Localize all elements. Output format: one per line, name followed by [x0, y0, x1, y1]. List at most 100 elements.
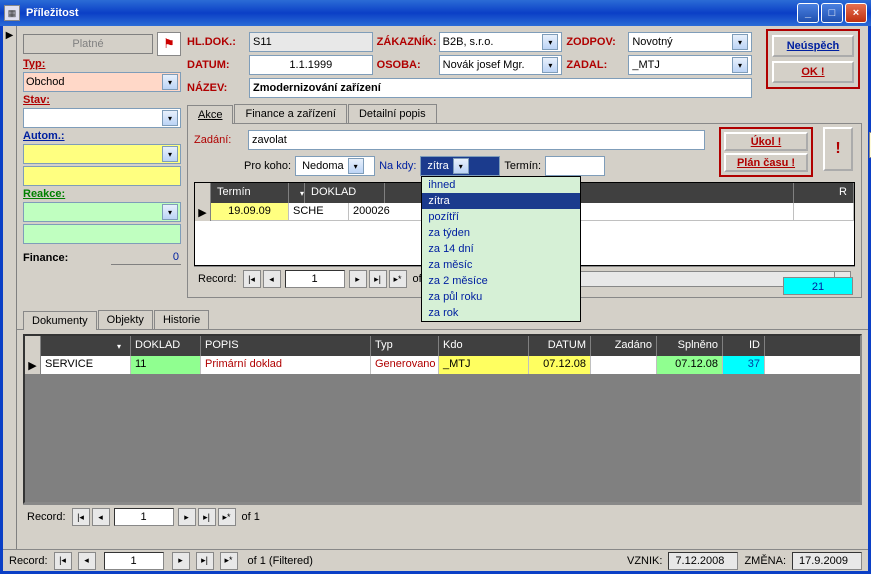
zadal-combo[interactable]: _MTJ▾	[628, 55, 752, 75]
col-splneno[interactable]: Splněno	[657, 336, 723, 356]
record-number[interactable]: 1	[104, 552, 164, 570]
col-doklad2[interactable]: DOKLAD	[131, 336, 201, 356]
autom-combo[interactable]: ▾	[23, 144, 181, 164]
nav-prev-icon[interactable]: ◂	[78, 552, 96, 570]
zadani-field[interactable]: zavolat	[248, 130, 705, 150]
record-selector-strip[interactable]: ▶	[3, 26, 17, 571]
row-marker-icon: ▶	[25, 356, 41, 374]
form-icon: ▦	[4, 5, 20, 21]
nav-next-icon[interactable]: ▸	[349, 270, 367, 288]
dropdown-option[interactable]: pozítří	[422, 209, 580, 225]
na-kdy-label: Na kdy:	[379, 160, 416, 172]
na-kdy-dropdown[interactable]: ihnedzítrapozítříza týdenza 14 dníza měs…	[421, 176, 581, 322]
close-button[interactable]: ×	[845, 3, 867, 23]
nav-new-icon[interactable]: ▸*	[220, 552, 238, 570]
nav-next-icon[interactable]: ▸	[172, 552, 190, 570]
chevron-down-icon[interactable]: ▾	[732, 57, 748, 73]
col-zadano[interactable]: Zadáno	[591, 336, 657, 356]
tab-objekty[interactable]: Objekty	[98, 310, 153, 329]
reakce-label: Reakce:	[23, 188, 181, 200]
nazev-label: NÁZEV:	[187, 82, 245, 94]
reakce-combo[interactable]: ▾	[23, 202, 181, 222]
window-title: Příležitost	[26, 7, 797, 19]
nav-first-icon[interactable]: |◂	[54, 552, 72, 570]
col-datum[interactable]: DATUM	[529, 336, 591, 356]
neuspech-button[interactable]: Neúspěch	[772, 35, 854, 57]
termin-field[interactable]	[545, 156, 605, 176]
dropdown-option[interactable]: za 14 dní	[422, 241, 580, 257]
ukol-button[interactable]: Úkol !	[724, 132, 808, 151]
reakce-text[interactable]	[23, 224, 181, 244]
plan-casu-button[interactable]: Plán času !	[724, 153, 808, 172]
tab-akce[interactable]: Akce	[187, 105, 233, 124]
vznik-label: VZNIK:	[627, 555, 662, 567]
nazev-field[interactable]: Zmodernizování zařízení	[249, 78, 752, 98]
count-badge: 21	[783, 277, 853, 295]
task-box: Úkol ! Plán času !	[719, 127, 813, 177]
autom-text[interactable]	[23, 166, 181, 186]
platne-button[interactable]: Platné	[23, 34, 153, 54]
col-kdo[interactable]: Kdo	[439, 336, 529, 356]
zmena-label: ZMĚNA:	[744, 555, 786, 567]
nav-last-icon[interactable]: ▸|	[198, 508, 216, 526]
chevron-down-icon[interactable]: ▾	[162, 74, 178, 90]
dropdown-option[interactable]: za rok	[422, 305, 580, 321]
flag-icon[interactable]: ⚑	[157, 32, 181, 56]
chevron-down-icon[interactable]: ▾	[453, 158, 469, 174]
nav-first-icon[interactable]: |◂	[72, 508, 90, 526]
osoba-label: OSOBA:	[377, 59, 435, 71]
inner-tabs: Akce Finance a zařízení Detailní popis	[187, 104, 862, 124]
chevron-down-icon[interactable]: ▾	[162, 146, 178, 162]
chevron-down-icon[interactable]: ▾	[542, 34, 558, 50]
dropdown-option[interactable]: za měsíc	[422, 257, 580, 273]
dropdown-option[interactable]: ihned	[422, 177, 580, 193]
chevron-down-icon[interactable]: ▾	[162, 110, 178, 126]
datum-field[interactable]: 1.1.1999	[249, 55, 373, 75]
hldok-label: HL.DOK.:	[187, 36, 245, 48]
nav-first-icon[interactable]: |◂	[243, 270, 261, 288]
nav-next-icon[interactable]: ▸	[178, 508, 196, 526]
chevron-down-icon[interactable]: ▾	[348, 158, 364, 174]
nav-new-icon[interactable]: ▸*	[389, 270, 407, 288]
nav-prev-icon[interactable]: ◂	[263, 270, 281, 288]
tab-detail[interactable]: Detailní popis	[348, 104, 437, 123]
dropdown-option[interactable]: za půl roku	[422, 289, 580, 305]
na-kdy-combo[interactable]: zítra▾	[420, 156, 500, 176]
dropdown-option[interactable]: zítra	[422, 193, 580, 209]
zakaznik-combo[interactable]: B2B, s.r.o.▾	[439, 32, 563, 52]
tab-finance[interactable]: Finance a zařízení	[234, 104, 347, 123]
zodpov-combo[interactable]: Novotný▾	[628, 32, 752, 52]
nav-last-icon[interactable]: ▸|	[196, 552, 214, 570]
documents-grid: ▾ DOKLAD POPIS Typ Kdo DATUM Zadáno Spln…	[23, 334, 862, 504]
dropdown-option[interactable]: za týden	[422, 225, 580, 241]
col-typ[interactable]: Typ	[371, 336, 439, 356]
exclamation-button[interactable]: !	[823, 127, 853, 171]
record-number[interactable]: 1	[114, 508, 174, 526]
minimize-button[interactable]: _	[797, 3, 819, 23]
col-r[interactable]: R	[794, 183, 854, 203]
typ-combo[interactable]: Obchod ▾	[23, 72, 181, 92]
documents-row[interactable]: ▶ SERVICE 11 Primární doklad Generovano …	[25, 356, 860, 374]
chevron-down-icon[interactable]: ▾	[542, 57, 558, 73]
zadal-label: ZADAL:	[566, 59, 624, 71]
record-number[interactable]: 1	[285, 270, 345, 288]
col-selector[interactable]: ▾	[289, 183, 305, 203]
osoba-combo[interactable]: Novák josef Mgr.▾	[439, 55, 563, 75]
col-popis[interactable]: POPIS	[201, 336, 371, 356]
col-termin[interactable]: Termín	[211, 183, 289, 203]
chevron-down-icon[interactable]: ▾	[732, 34, 748, 50]
nav-prev-icon[interactable]: ◂	[92, 508, 110, 526]
stav-combo[interactable]: ▾	[23, 108, 181, 128]
title-bar: ▦ Příležitost _ □ ×	[0, 0, 871, 26]
pro-koho-combo[interactable]: Nedoma▾	[295, 156, 375, 176]
tab-historie[interactable]: Historie	[154, 310, 209, 329]
nav-new-icon[interactable]: ▸*	[218, 508, 236, 526]
tab-dokumenty[interactable]: Dokumenty	[23, 311, 97, 330]
nav-last-icon[interactable]: ▸|	[369, 270, 387, 288]
chevron-down-icon[interactable]: ▾	[162, 204, 178, 220]
col-id[interactable]: ID	[723, 336, 765, 356]
col-doklad[interactable]: DOKLAD	[305, 183, 385, 203]
ok-button[interactable]: OK !	[772, 61, 854, 83]
maximize-button[interactable]: □	[821, 3, 843, 23]
dropdown-option[interactable]: za 2 měsíce	[422, 273, 580, 289]
